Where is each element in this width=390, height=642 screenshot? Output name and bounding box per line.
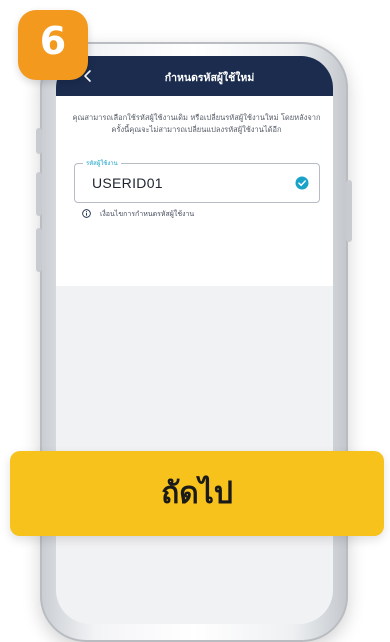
user-id-field-label: รหัสผู้ใช้งาน	[83, 158, 121, 168]
step-number: 6	[39, 19, 67, 63]
user-id-field[interactable]: รหัสผู้ใช้งาน USERID01	[74, 158, 320, 203]
phone-screen: กำหนดรหัสผู้ใช้ใหม่ คุณสามารถเลือกใช้รหั…	[56, 56, 333, 624]
phone-volume-up	[36, 172, 42, 216]
info-icon	[82, 209, 91, 218]
hint-text[interactable]: เงื่อนไขการกำหนดรหัสผู้ใช้งาน	[100, 209, 194, 220]
next-button-label: ถัดไป	[161, 476, 233, 511]
form-panel: คุณสามารถเลือกใช้รหัสผู้ใช้งานเดิม หรือเ…	[56, 96, 333, 286]
phone-mute-switch	[36, 128, 42, 154]
user-id-value[interactable]: USERID01	[92, 175, 163, 191]
step-badge: 6	[18, 10, 88, 80]
check-circle-icon	[295, 176, 309, 190]
page-title: กำหนดรหัสผู้ใช้ใหม่	[164, 72, 255, 84]
phone-power-button	[346, 180, 352, 242]
app-header: กำหนดรหัสผู้ใช้ใหม่	[56, 56, 333, 96]
next-button[interactable]: ถัดไป	[10, 451, 384, 536]
phone-volume-down	[36, 228, 42, 272]
description-text: คุณสามารถเลือกใช้รหัสผู้ใช้งานเดิม หรือเ…	[72, 113, 321, 134]
